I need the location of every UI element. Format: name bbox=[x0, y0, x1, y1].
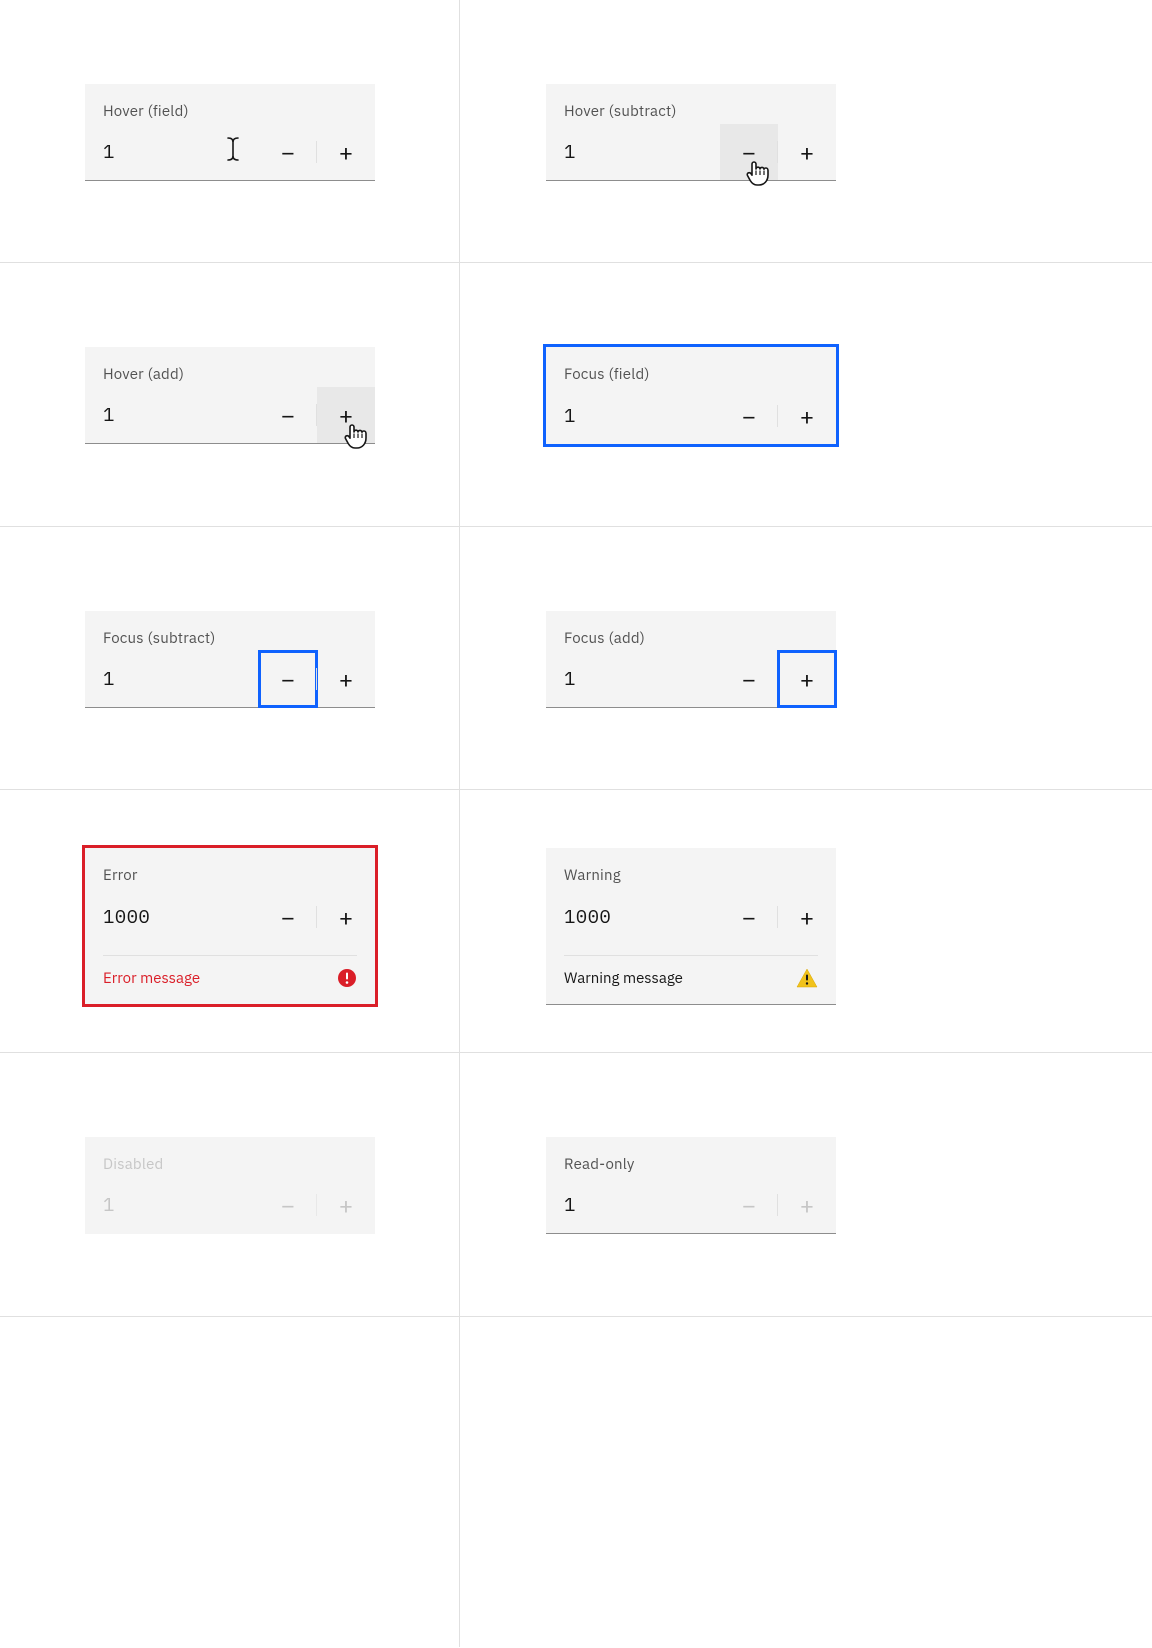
warning-message-text: Warning message bbox=[564, 969, 683, 988]
subtract-button[interactable]: − bbox=[720, 387, 778, 444]
subtract-button[interactable]: − bbox=[259, 651, 317, 707]
minus-icon: − bbox=[742, 404, 756, 428]
number-input-label: Warning bbox=[546, 848, 836, 888]
subtract-button: − bbox=[259, 1177, 317, 1233]
subtract-button: − bbox=[720, 1177, 778, 1233]
cell-warning: Warning 1000 − + Warning message bbox=[460, 790, 1152, 1053]
number-input-value[interactable]: 1 bbox=[85, 651, 259, 707]
number-input-label: Hover (add) bbox=[85, 347, 375, 387]
add-button[interactable]: + bbox=[778, 888, 836, 945]
cell-disabled: Disabled 1 − + bbox=[0, 1053, 460, 1317]
number-input-label: Hover (field) bbox=[85, 84, 375, 124]
number-input-value: 1 bbox=[85, 1177, 259, 1233]
plus-icon: + bbox=[800, 667, 814, 691]
minus-icon: − bbox=[742, 1193, 756, 1217]
cell-focus-field: Focus (field) 1 − + bbox=[460, 263, 1152, 527]
plus-icon: + bbox=[800, 140, 814, 164]
cell-empty-left bbox=[0, 1317, 460, 1647]
number-input-label: Focus (add) bbox=[546, 611, 836, 651]
subtract-button[interactable]: − bbox=[259, 387, 317, 443]
number-input-label: Focus (field) bbox=[546, 347, 836, 387]
add-button[interactable]: + bbox=[778, 651, 836, 707]
subtract-button[interactable]: − bbox=[720, 651, 778, 707]
number-input-value[interactable]: 1 bbox=[85, 124, 259, 180]
subtract-button[interactable]: − bbox=[720, 124, 778, 180]
cell-hover-add: Hover (add) 1 − + bbox=[0, 263, 460, 527]
warning-message-row: Warning message bbox=[546, 956, 836, 1005]
subtract-button[interactable]: − bbox=[259, 888, 317, 945]
add-button[interactable]: + bbox=[778, 124, 836, 180]
plus-icon: + bbox=[800, 905, 814, 929]
cell-hover-subtract: Hover (subtract) 1 − + bbox=[460, 0, 1152, 263]
number-input-value[interactable]: 1 bbox=[85, 387, 259, 443]
number-input-label: Disabled bbox=[85, 1137, 375, 1177]
add-button[interactable]: + bbox=[317, 888, 375, 945]
cell-error: Error 1000 − + Error message bbox=[0, 790, 460, 1053]
add-button[interactable]: + bbox=[317, 387, 375, 443]
add-button[interactable]: + bbox=[317, 124, 375, 180]
cell-empty-right bbox=[460, 1317, 1152, 1647]
minus-icon: − bbox=[281, 905, 295, 929]
subtract-button[interactable]: − bbox=[259, 124, 317, 180]
warning-filled-icon bbox=[796, 968, 818, 988]
number-input-label: Error bbox=[85, 848, 375, 888]
subtract-button[interactable]: − bbox=[720, 888, 778, 945]
plus-icon: + bbox=[339, 403, 353, 427]
number-input-label: Read-only bbox=[546, 1137, 836, 1177]
number-input-label: Focus (subtract) bbox=[85, 611, 375, 651]
add-button[interactable]: + bbox=[778, 387, 836, 444]
cell-focus-subtract: Focus (subtract) 1 − + bbox=[0, 527, 460, 790]
number-input-value[interactable]: 1000 bbox=[546, 888, 720, 945]
number-input-disabled: Disabled 1 − + bbox=[85, 1137, 375, 1234]
minus-icon: − bbox=[281, 1193, 295, 1217]
minus-icon: − bbox=[742, 667, 756, 691]
plus-icon: + bbox=[339, 1193, 353, 1217]
minus-icon: − bbox=[742, 905, 756, 929]
cell-hover-field: Hover (field) 1 − + bbox=[0, 0, 460, 263]
minus-icon: − bbox=[281, 140, 295, 164]
error-message-text: Error message bbox=[103, 969, 200, 988]
add-button: + bbox=[317, 1177, 375, 1233]
plus-icon: + bbox=[339, 667, 353, 691]
minus-icon: − bbox=[281, 667, 295, 691]
number-input-label: Hover (subtract) bbox=[546, 84, 836, 124]
error-message-row: Error message bbox=[85, 956, 375, 1004]
cell-focus-add: Focus (add) 1 − + bbox=[460, 527, 1152, 790]
plus-icon: + bbox=[800, 1193, 814, 1217]
number-input-warning: Warning 1000 − + Warning message bbox=[546, 848, 836, 1005]
number-input-focus-field: Focus (field) 1 − + bbox=[546, 347, 836, 444]
plus-icon: + bbox=[339, 140, 353, 164]
number-input-focus-add: Focus (add) 1 − + bbox=[546, 611, 836, 708]
number-input-value[interactable]: 1000 bbox=[85, 888, 259, 945]
plus-icon: + bbox=[339, 905, 353, 929]
number-input-hover-field: Hover (field) 1 − + bbox=[85, 84, 375, 181]
add-button[interactable]: + bbox=[317, 651, 375, 707]
number-input-value[interactable]: 1 bbox=[546, 651, 720, 707]
number-input-value[interactable]: 1 bbox=[546, 387, 720, 444]
number-input-value[interactable]: 1 bbox=[546, 124, 720, 180]
add-button: + bbox=[778, 1177, 836, 1233]
error-filled-icon bbox=[337, 968, 357, 988]
number-input-error: Error 1000 − + Error message bbox=[85, 848, 375, 1004]
minus-icon: − bbox=[742, 140, 756, 164]
plus-icon: + bbox=[800, 404, 814, 428]
cell-readonly: Read-only 1 − + bbox=[460, 1053, 1152, 1317]
minus-icon: − bbox=[281, 403, 295, 427]
number-input-focus-subtract: Focus (subtract) 1 − + bbox=[85, 611, 375, 708]
number-input-hover-add: Hover (add) 1 − + bbox=[85, 347, 375, 444]
number-input-hover-subtract: Hover (subtract) 1 − + bbox=[546, 84, 836, 181]
number-input-value: 1 bbox=[546, 1177, 720, 1233]
number-input-readonly: Read-only 1 − + bbox=[546, 1137, 836, 1234]
